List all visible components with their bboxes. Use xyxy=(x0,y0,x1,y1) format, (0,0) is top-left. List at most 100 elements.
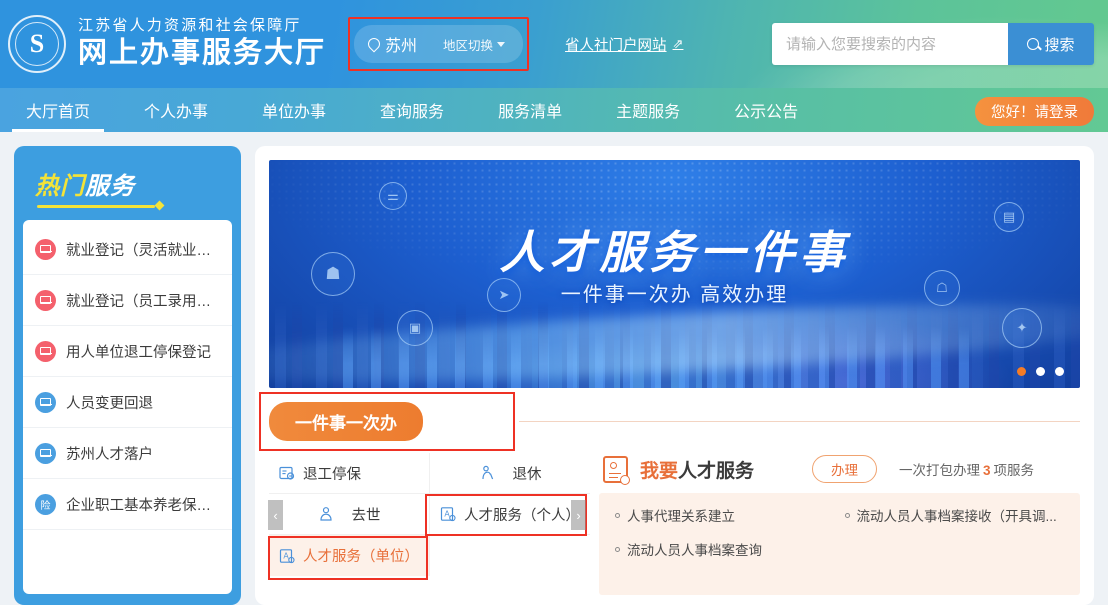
envelope-icon xyxy=(35,442,56,464)
handle-button[interactable]: 办理 xyxy=(812,455,878,483)
service-tab-empty xyxy=(430,535,590,576)
list-item-label: 苏州人才落户 xyxy=(66,446,153,463)
region-city[interactable]: 苏州 xyxy=(365,32,417,56)
id-card-icon xyxy=(279,466,295,480)
list-item-label: 就业登记（员工录用）... xyxy=(66,293,220,310)
bullet-icon xyxy=(844,512,850,518)
site-name: 网上办事服务大厅 xyxy=(78,36,327,69)
talent-card-icon: A xyxy=(440,507,456,522)
chevron-down-icon xyxy=(497,41,506,47)
envelope-icon xyxy=(35,391,56,413)
nav-item-service-list[interactable]: 服务清单 xyxy=(476,88,584,132)
login-button[interactable]: 您好！请登录 xyxy=(975,97,1094,126)
hero-banner[interactable]: ⚌ ☗ ▣ ➤ ▤ ☖ ✦ 人才服务一件事 一件事一次办 高效办理 xyxy=(269,160,1080,388)
envelope-icon xyxy=(35,289,56,311)
tab-one-thing-one-visit[interactable]: 一件事一次办 xyxy=(259,392,515,451)
panel-title-prefix: 我要 xyxy=(640,460,679,482)
nav-item-organization[interactable]: 单位办事 xyxy=(240,88,348,132)
nav-label: 大厅首页 xyxy=(26,104,91,121)
service-tab-label: 人才服务（单位） xyxy=(303,549,419,565)
tabstrip-divider xyxy=(519,421,1080,422)
list-item-label: 企业职工基本养老保险... xyxy=(66,497,220,514)
hot-title-part1: 热门 xyxy=(35,173,85,200)
list-item[interactable]: 流动人员人事档案接收（开具调... xyxy=(844,505,1065,525)
banner-dot-1[interactable] xyxy=(1017,367,1026,376)
service-tab-qushi[interactable]: 去世 xyxy=(269,494,430,535)
site-logo-icon: S xyxy=(8,15,66,73)
talent-service-icon xyxy=(603,455,630,485)
list-item[interactable]: 人事代理关系建立 xyxy=(615,505,835,525)
banner-subtitle: 一件事一次办 高效办理 xyxy=(560,284,789,306)
search-button[interactable]: 搜索 xyxy=(1008,23,1094,65)
list-item-label: 人员变更回退 xyxy=(66,395,153,412)
provincial-portal-link[interactable]: 省人社门户网站 ⇗ xyxy=(565,34,683,55)
panel-title-suffix: 人才服务 xyxy=(678,460,755,482)
service-tab-grid: 退工停保 退休 去世 A 人才服务（个人） A 人才服务（单位） xyxy=(269,453,590,576)
title-underline xyxy=(37,205,155,208)
banner-title: 人才服务一件事 xyxy=(499,227,850,278)
page-body: 热门服务 就业登记（灵活就业）... 就业登记（员工录用）... 用人单位退工停… xyxy=(0,132,1108,605)
search-box[interactable]: 搜索 xyxy=(772,23,1094,65)
envelope-icon xyxy=(35,238,56,260)
service-tab-label: 退休 xyxy=(512,466,542,483)
service-tab-talent-organization[interactable]: A 人才服务（单位） xyxy=(269,535,430,576)
graduate-icon: ▣ xyxy=(397,310,433,346)
list-item-label: 用人单位退工停保登记 xyxy=(66,344,211,361)
list-item-label: 人事代理关系建立 xyxy=(627,509,735,524)
users-icon: ⚌ xyxy=(379,182,407,210)
banner-pagination-dots xyxy=(1017,367,1064,376)
list-item[interactable]: 就业登记（员工录用）... xyxy=(23,275,232,326)
region-switch-label: 地区切换 xyxy=(443,38,494,53)
main-content-card: ⚌ ☗ ▣ ➤ ▤ ☖ ✦ 人才服务一件事 一件事一次办 高效办理 一件事一次办 xyxy=(255,146,1094,605)
meta-count: 3 xyxy=(983,463,991,478)
list-item[interactable]: 流动人员人事档案查询 xyxy=(615,539,835,559)
nav-item-hall-home[interactable]: 大厅首页 xyxy=(4,88,112,132)
carousel-prev-arrow[interactable]: ‹ xyxy=(268,500,283,530)
nav-item-theme-service[interactable]: 主题服务 xyxy=(594,88,702,132)
service-tab-label: 去世 xyxy=(351,507,381,524)
external-link-icon: ⇗ xyxy=(672,36,684,51)
list-item[interactable]: 就业登记（灵活就业）... xyxy=(23,224,232,275)
nav-label: 个人办事 xyxy=(144,104,209,121)
list-item[interactable]: 苏州人才落户 xyxy=(23,428,232,479)
talent-service-panel: 我要人才服务 办理 一次打包办理 3 项服务 人事代理关系建立 流动人员人事档案接收… xyxy=(599,453,1080,595)
nav-label: 公示公告 xyxy=(734,104,799,121)
panel-title: 我要人才服务 xyxy=(640,456,754,483)
service-tab-grid-wrapper: 退工停保 退休 去世 A 人才服务（个人） A 人才服务（单位） ‹ › xyxy=(268,453,590,595)
search-button-label: 搜索 xyxy=(1044,36,1075,54)
service-tab-tuixiu[interactable]: 退休 xyxy=(430,453,590,494)
provincial-portal-label: 省人社门户网站 xyxy=(565,37,667,54)
panel-header: 我要人才服务 办理 一次打包办理 3 项服务 xyxy=(599,453,1080,493)
region-selector[interactable]: 苏州 地区切换 xyxy=(348,17,530,71)
list-item-label: 流动人员人事档案接收（开具调... xyxy=(856,509,1057,524)
nav-label: 主题服务 xyxy=(616,104,681,121)
region-switch[interactable]: 地区切换 xyxy=(443,35,506,54)
nav-item-announcement[interactable]: 公示公告 xyxy=(712,88,820,132)
site-header: S 江苏省人力资源和社会保障厅 网上办事服务大厅 苏州 地区切换 省人社门户网站… xyxy=(0,0,1108,88)
handshake-icon: ✦ xyxy=(1002,308,1042,348)
insurance-icon: 险 xyxy=(35,493,56,515)
tab-label: 一件事一次办 xyxy=(295,414,397,433)
service-tab-talent-personal[interactable]: A 人才服务（个人） xyxy=(430,494,590,535)
location-pin-icon xyxy=(365,35,383,53)
nav-item-query[interactable]: 查询服务 xyxy=(358,88,466,132)
banner-dot-3[interactable] xyxy=(1055,367,1064,376)
nav-label: 查询服务 xyxy=(380,104,445,121)
list-item[interactable]: 人员变更回退 xyxy=(23,377,232,428)
service-tab-tuigongtingbao[interactable]: 退工停保 xyxy=(269,453,430,494)
hot-services-title: 热门服务 xyxy=(23,156,232,220)
list-item-label: 就业登记（灵活就业）... xyxy=(66,242,220,259)
list-item[interactable]: 用人单位退工停保登记 xyxy=(23,326,232,377)
banner-dot-2[interactable] xyxy=(1036,367,1045,376)
search-input[interactable] xyxy=(772,23,1008,65)
hot-services-list: 就业登记（灵活就业）... 就业登记（员工录用）... 用人单位退工停保登记 人… xyxy=(23,220,232,594)
nav-item-personal[interactable]: 个人办事 xyxy=(122,88,230,132)
main-nav: 大厅首页 个人办事 单位办事 查询服务 服务清单 主题服务 公示公告 您好！请登… xyxy=(0,88,1108,132)
carousel-next-arrow[interactable]: › xyxy=(571,500,586,530)
nav-label: 服务清单 xyxy=(498,104,563,121)
retiree-icon xyxy=(481,465,493,480)
hot-services-sidebar: 热门服务 就业登记（灵活就业）... 就业登记（员工录用）... 用人单位退工停… xyxy=(14,146,241,605)
envelope-icon xyxy=(35,340,56,362)
nav-label: 单位办事 xyxy=(262,104,327,121)
list-item[interactable]: 险 企业职工基本养老保险... xyxy=(23,479,232,530)
